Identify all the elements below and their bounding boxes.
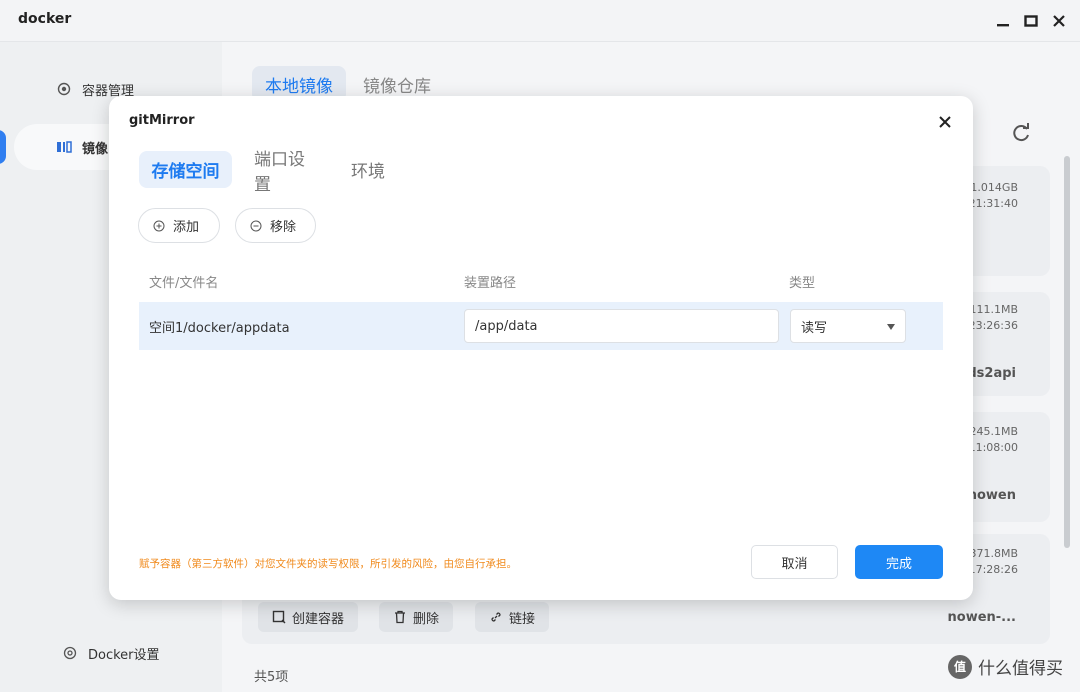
sidebar-item-label: Docker设置 xyxy=(88,647,160,663)
remove-button[interactable]: 移除 xyxy=(235,208,316,243)
maximize-icon xyxy=(1024,15,1038,27)
container-icon xyxy=(57,82,71,96)
type-select[interactable]: 读写 xyxy=(790,309,906,343)
file-path-cell: 空间1/docker/appdata xyxy=(149,321,290,336)
scrollbar[interactable] xyxy=(1064,156,1070,548)
sidebar-item-docker-settings[interactable]: Docker设置 xyxy=(14,630,214,676)
add-button[interactable]: 添加 xyxy=(138,208,220,243)
create-container-button[interactable]: 创建容器 xyxy=(258,602,359,632)
column-header-file: 文件/文件名 xyxy=(149,276,219,291)
image-name: nowen xyxy=(967,488,1016,503)
close-icon[interactable] xyxy=(935,112,955,132)
tab-storage[interactable]: 存储空间 xyxy=(139,151,232,188)
minus-circle-icon xyxy=(250,220,262,231)
title-bar: docker xyxy=(0,0,1080,42)
active-indicator xyxy=(0,130,6,164)
create-icon xyxy=(272,610,286,624)
maximize-button[interactable] xyxy=(1018,8,1044,34)
link-label: 链接 xyxy=(509,611,536,627)
remove-label: 移除 xyxy=(270,220,297,235)
plus-circle-icon xyxy=(153,220,165,231)
container-settings-dialog: gitMirror 存储空间 端口设置 环境 添加 移除 文件/文件名 装置路径… xyxy=(109,96,973,600)
close-icon xyxy=(1053,15,1065,27)
dialog-title: gitMirror xyxy=(129,113,195,128)
minimize-icon xyxy=(997,24,1009,27)
close-window-button[interactable] xyxy=(1046,8,1072,34)
column-header-type: 类型 xyxy=(789,276,816,291)
image-icon xyxy=(57,141,72,153)
trash-icon xyxy=(395,610,405,624)
image-name: nowen-... xyxy=(947,610,1016,625)
tab-port-settings[interactable]: 端口设置 xyxy=(254,150,320,195)
create-label: 创建容器 xyxy=(292,611,345,627)
cancel-button[interactable]: 取消 xyxy=(751,545,838,579)
tab-environment[interactable]: 环境 xyxy=(349,151,387,188)
warning-text: 赋予容器（第三方软件）对您文件夹的读写权限，所引发的风险，由您自行承担。 xyxy=(139,558,517,570)
app-title: docker xyxy=(18,11,72,27)
watermark: 值 什么值得买 xyxy=(948,654,1063,679)
delete-button[interactable]: 删除 xyxy=(379,602,454,632)
type-select-value: 读写 xyxy=(801,320,828,336)
image-name: ds2api xyxy=(967,366,1016,381)
chevron-down-icon xyxy=(887,324,895,330)
watermark-text: 什么值得买 xyxy=(978,659,1063,679)
table-row[interactable]: 空间1/docker/appdata 读写 xyxy=(139,302,943,350)
refresh-icon[interactable] xyxy=(1008,120,1034,146)
link-button[interactable]: 链接 xyxy=(475,602,550,632)
link-icon xyxy=(491,612,501,622)
sidebar-item-label: 镜像 xyxy=(82,141,109,157)
done-button[interactable]: 完成 xyxy=(855,545,943,579)
settings-icon xyxy=(63,646,77,660)
column-header-mount-path: 装置路径 xyxy=(464,276,517,291)
item-count: 共5项 xyxy=(254,670,289,685)
minimize-button[interactable] xyxy=(990,8,1016,34)
watermark-logo: 值 xyxy=(948,654,972,679)
add-label: 添加 xyxy=(173,220,200,235)
delete-label: 删除 xyxy=(413,611,440,627)
mount-path-input[interactable] xyxy=(464,309,779,343)
